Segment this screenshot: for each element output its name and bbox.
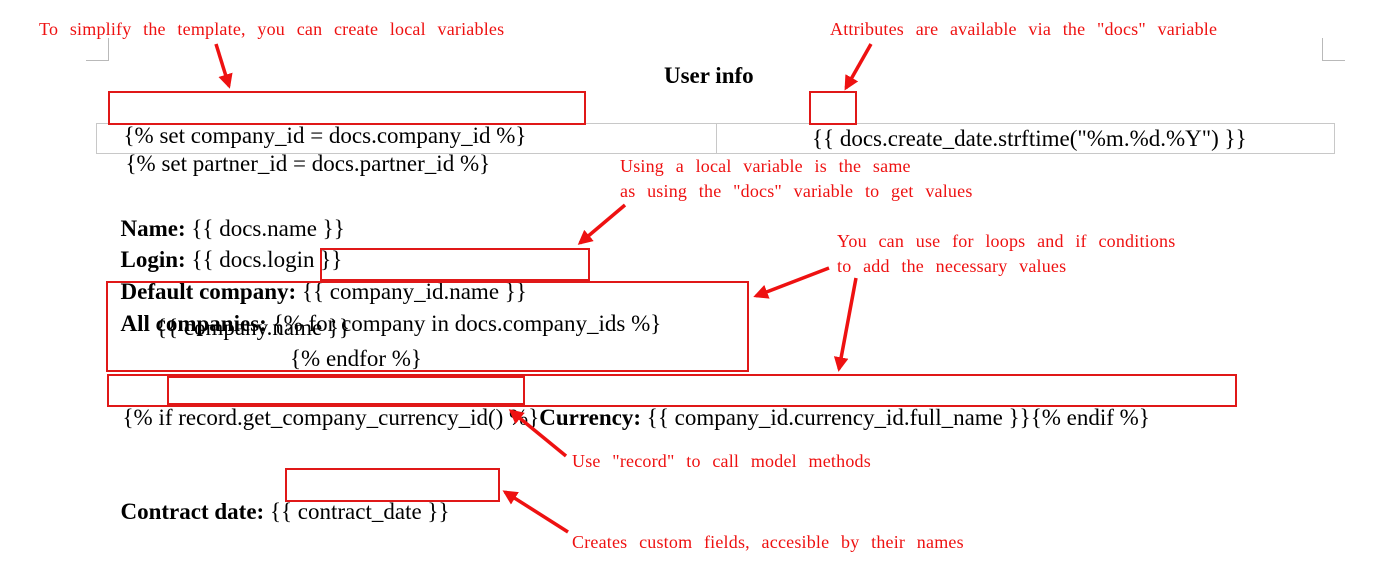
arrow-to-default-company bbox=[577, 203, 627, 245]
arrow-to-record-method bbox=[508, 409, 568, 458]
arrow-to-for-loop bbox=[753, 266, 830, 299]
arrow-to-docs-keyword bbox=[844, 43, 873, 91]
arrow-to-set-company bbox=[214, 43, 233, 89]
arrow-to-currency-line bbox=[833, 277, 858, 372]
arrow-to-contract-date bbox=[502, 490, 569, 534]
annotation-arrows bbox=[214, 43, 873, 534]
